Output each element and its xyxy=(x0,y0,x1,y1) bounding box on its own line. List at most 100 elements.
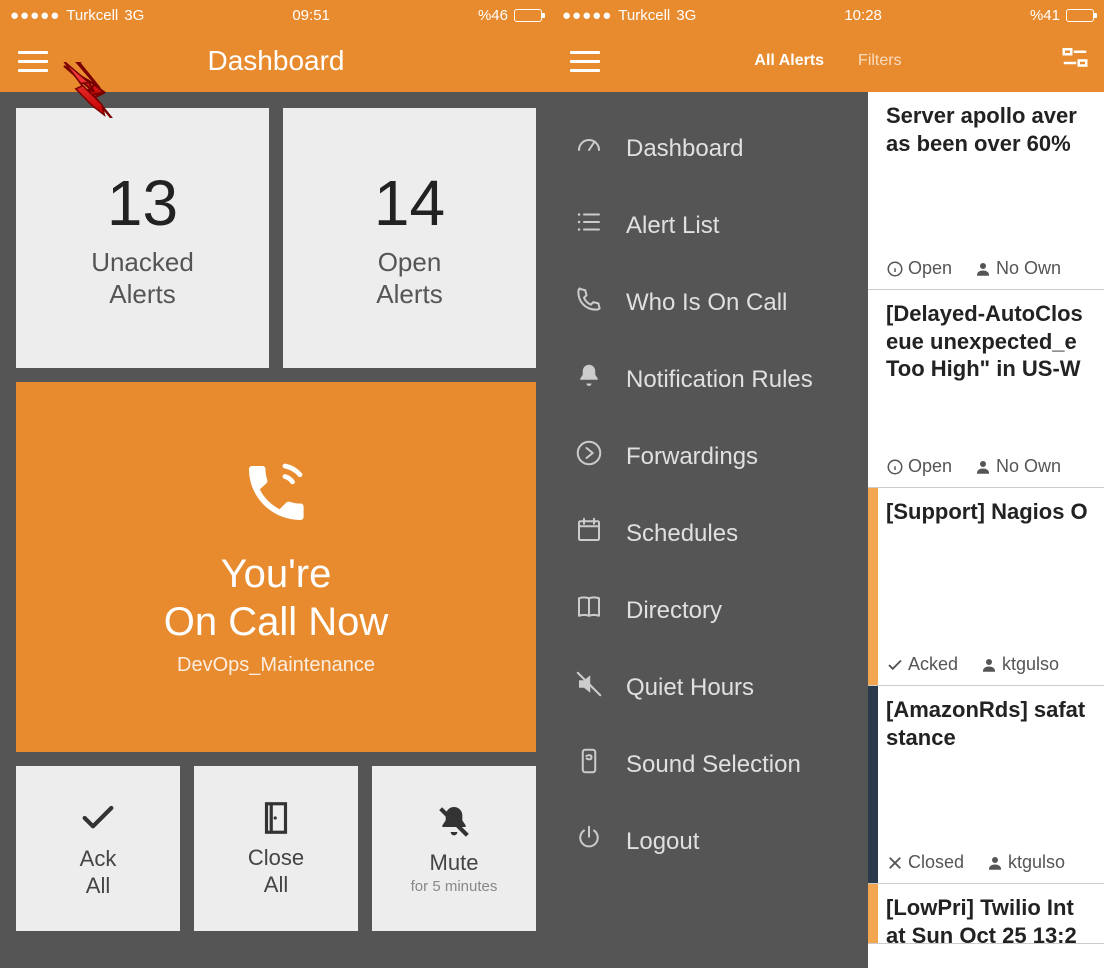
close-all-button[interactable]: Close All xyxy=(194,766,358,931)
alert-stripe xyxy=(868,92,878,289)
tab-all-alerts[interactable]: All Alerts xyxy=(754,52,824,70)
menu-item-dashboard[interactable]: Dashboard xyxy=(552,110,868,187)
menu-item-label: Logout xyxy=(626,828,699,856)
open-alerts-tile[interactable]: 14 Open Alerts xyxy=(283,108,536,368)
menu-item-sound-selection[interactable]: Sound Selection xyxy=(552,726,868,803)
menu-button[interactable] xyxy=(18,51,48,72)
alert-status: Open xyxy=(908,258,952,279)
menu-item-label: Dashboard xyxy=(626,135,743,163)
menu-item-forwardings[interactable]: Forwardings xyxy=(552,418,868,495)
check-icon xyxy=(78,798,118,838)
network-label: 3G xyxy=(124,7,144,24)
menu-item-label: Forwardings xyxy=(626,443,758,471)
alert-status: Closed xyxy=(908,852,964,873)
ack-label1: Ack xyxy=(80,846,117,871)
dashboard-body: 13 Unacked Alerts 14 Open Alerts xyxy=(0,92,552,968)
menu-item-directory[interactable]: Directory xyxy=(552,572,868,649)
alert-owner: ktgulso xyxy=(1002,654,1059,675)
alert-stripe xyxy=(868,884,878,943)
settings-toggle-icon[interactable] xyxy=(1060,43,1090,80)
tab-filters[interactable]: Filters xyxy=(858,52,902,70)
close-label1: Close xyxy=(248,845,304,870)
clock-label: 10:28 xyxy=(844,7,882,24)
carrier-label: Turkcell xyxy=(66,7,118,24)
alert-item[interactable]: [Delayed-AutoCloseue unexpected_eToo Hig… xyxy=(868,290,1104,488)
network-label: 3G xyxy=(676,7,696,24)
menu-item-alert-list[interactable]: Alert List xyxy=(552,187,868,264)
door-icon xyxy=(257,799,295,837)
calendar-icon xyxy=(574,515,604,552)
phone-icon xyxy=(574,284,604,321)
forward-icon xyxy=(574,438,604,475)
screen-dashboard: ●●●●● Turkcell 3G 09:51 %46 Dashboard xyxy=(0,0,552,968)
alert-owner: No Own xyxy=(996,456,1061,477)
alert-meta: Open No Own xyxy=(886,456,1096,477)
battery-icon xyxy=(1066,9,1094,22)
status-icon xyxy=(886,656,904,674)
alerts-list[interactable]: Server apollo averas been over 60% Open … xyxy=(868,92,1104,968)
open-label2: Alerts xyxy=(376,279,442,309)
alert-owner: No Own xyxy=(996,258,1061,279)
alert-item[interactable]: Server apollo averas been over 60% Open … xyxy=(868,92,1104,290)
unacked-count: 13 xyxy=(107,166,178,240)
oncall-line1: You're xyxy=(221,552,332,596)
battery-text: %46 xyxy=(478,7,508,24)
status-icon xyxy=(886,458,904,476)
sound-icon xyxy=(574,746,604,783)
status-bar: ●●●●● Turkcell 3G 10:28 %41 xyxy=(552,0,1104,30)
battery-text: %41 xyxy=(1030,7,1060,24)
menu-item-schedules[interactable]: Schedules xyxy=(552,495,868,572)
oncall-team: DevOps_Maintenance xyxy=(177,654,375,677)
signal-dots-icon: ●●●●● xyxy=(562,7,612,24)
menu-item-logout[interactable]: Logout xyxy=(552,803,868,880)
alert-owner: ktgulso xyxy=(1008,852,1065,873)
menu-item-label: Who Is On Call xyxy=(626,289,787,317)
phone-ringing-icon xyxy=(240,457,312,534)
menu-item-label: Notification Rules xyxy=(626,366,813,394)
unacked-alerts-tile[interactable]: 13 Unacked Alerts xyxy=(16,108,269,368)
mute-subtext: for 5 minutes xyxy=(411,878,498,895)
open-label1: Open xyxy=(378,247,442,277)
side-menu: Dashboard Alert List Who Is On Call Notific… xyxy=(552,92,868,968)
alert-status: Acked xyxy=(908,654,958,675)
list-icon xyxy=(574,207,604,244)
status-icon xyxy=(886,260,904,278)
status-bar: ●●●●● Turkcell 3G 09:51 %46 xyxy=(0,0,552,30)
user-icon xyxy=(974,458,992,476)
alert-title: [LowPri] Twilio Intat Sun Oct 25 13:2 xyxy=(886,894,1096,949)
alert-meta: Closed ktgulso xyxy=(886,852,1096,873)
alert-item[interactable]: [AmazonRds] safatstance Closed ktgulso xyxy=(868,686,1104,884)
mute-icon xyxy=(574,669,604,706)
book-icon xyxy=(574,592,604,629)
oncall-line2: On Call Now xyxy=(164,600,389,644)
menu-item-notification-rules[interactable]: Notification Rules xyxy=(552,341,868,418)
alert-title: [Delayed-AutoCloseue unexpected_eToo Hig… xyxy=(886,300,1096,383)
status-icon xyxy=(886,854,904,872)
menu-item-label: Quiet Hours xyxy=(626,674,754,702)
menu-item-quiet-hours[interactable]: Quiet Hours xyxy=(552,649,868,726)
screen-alerts: ●●●●● Turkcell 3G 10:28 %41 All Alerts F… xyxy=(552,0,1104,968)
gauge-icon xyxy=(574,130,604,167)
alert-title: [Support] Nagios O xyxy=(886,498,1096,526)
mute-button[interactable]: Mute for 5 minutes xyxy=(372,766,536,931)
menu-button[interactable] xyxy=(570,51,600,72)
menu-item-who-is-on-call[interactable]: Who Is On Call xyxy=(552,264,868,341)
annotation-arrow-icon xyxy=(58,62,128,123)
user-icon xyxy=(986,854,1004,872)
ack-label2: All xyxy=(86,873,110,898)
power-icon xyxy=(574,823,604,860)
unacked-label2: Alerts xyxy=(109,279,175,309)
ack-all-button[interactable]: Ack All xyxy=(16,766,180,931)
menu-item-label: Schedules xyxy=(626,520,738,548)
on-call-tile[interactable]: You're On Call Now DevOps_Maintenance xyxy=(16,382,536,752)
menu-item-label: Directory xyxy=(626,597,722,625)
mute-label: Mute xyxy=(430,850,479,875)
alert-meta: Acked ktgulso xyxy=(886,654,1096,675)
alert-item[interactable]: [Support] Nagios O Acked ktgulso xyxy=(868,488,1104,686)
alert-item[interactable]: [LowPri] Twilio Intat Sun Oct 25 13:2 xyxy=(868,884,1104,944)
close-label2: All xyxy=(264,872,288,897)
alert-stripe xyxy=(868,488,878,685)
bell-mute-icon xyxy=(434,802,474,842)
alert-stripe xyxy=(868,290,878,487)
menu-item-label: Alert List xyxy=(626,212,719,240)
